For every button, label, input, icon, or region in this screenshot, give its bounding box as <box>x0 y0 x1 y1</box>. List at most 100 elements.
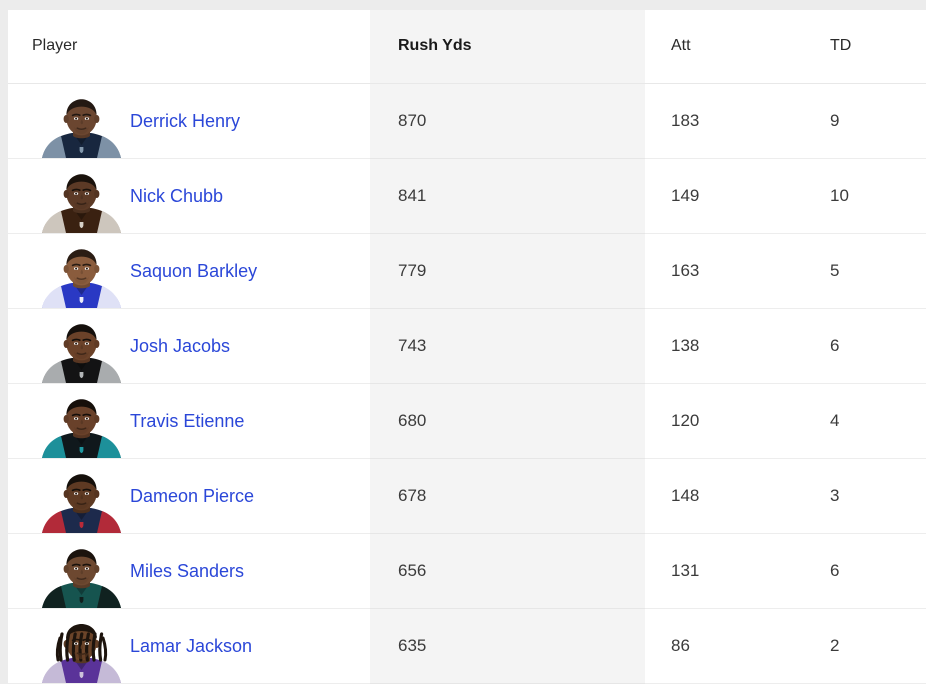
cell-rush-yds-value: 635 <box>398 636 427 655</box>
cell-att: 163 <box>645 233 804 309</box>
cell-att: 138 <box>645 308 804 384</box>
cell-rush-yds: 779 <box>370 233 645 309</box>
cell-rush-yds: 680 <box>370 383 645 459</box>
cell-player: Derrick Henry <box>8 83 370 159</box>
table-body: Derrick Henry8701839 Nick Chubb8411 <box>8 83 926 684</box>
cell-player: Miles Sanders <box>8 533 370 609</box>
cell-rush-yds-value: 656 <box>398 561 427 580</box>
table-row[interactable]: Josh Jacobs 743 138 6 <box>8 308 926 384</box>
column-header-player[interactable]: Player <box>8 10 370 84</box>
cell-td-value: 6 <box>830 561 840 580</box>
cell-td: 2 <box>804 608 926 684</box>
table-header: Player Rush Yds Att TD <box>8 10 926 84</box>
table-row[interactable]: Derrick Henry 870 183 9 <box>8 83 926 159</box>
cell-rush-yds: 635 <box>370 608 645 684</box>
cell-player: Josh Jacobs <box>8 308 370 384</box>
cell-rush-yds-value: 841 <box>398 186 427 205</box>
cell-td-value: 10 <box>830 186 849 205</box>
column-header-td[interactable]: TD <box>804 10 926 84</box>
table-row[interactable]: Nick Chubb 841 149 10 <box>8 158 926 234</box>
column-header-att-label: Att <box>671 37 691 55</box>
player-name-link[interactable]: Miles Sanders <box>130 562 244 580</box>
table-row[interactable]: Miles Sanders 656 131 6 <box>8 533 926 609</box>
player-cell: Miles Sanders <box>8 534 370 607</box>
table-row[interactable]: Saquon Barkley 779 163 5 <box>8 233 926 309</box>
cell-att: 131 <box>645 533 804 609</box>
cell-td: 9 <box>804 83 926 159</box>
player-cell: Dameon Pierce <box>8 459 370 532</box>
cell-rush-yds-value: 743 <box>398 336 427 355</box>
cell-att: 148 <box>645 458 804 534</box>
cell-player: Dameon Pierce <box>8 458 370 534</box>
cell-td-value: 9 <box>830 111 840 130</box>
cell-att-value: 149 <box>671 186 700 205</box>
cell-td: 6 <box>804 533 926 609</box>
cell-td-value: 5 <box>830 261 840 280</box>
player-cell: Derrick Henry <box>8 84 370 157</box>
cell-att-value: 86 <box>671 636 690 655</box>
cell-att-value: 183 <box>671 111 700 130</box>
cell-rush-yds-value: 678 <box>398 486 427 505</box>
cell-td-value: 2 <box>830 636 840 655</box>
column-header-td-label: TD <box>830 37 852 55</box>
cell-rush-yds-value: 680 <box>398 411 427 430</box>
cell-rush-yds-value: 870 <box>398 111 427 130</box>
player-name-link[interactable]: Travis Etienne <box>130 412 244 430</box>
cell-td: 3 <box>804 458 926 534</box>
cell-player: Saquon Barkley <box>8 233 370 309</box>
column-header-rush-yds-label: Rush Yds <box>398 37 472 55</box>
table-row[interactable]: Dameon Pierce 678 148 3 <box>8 458 926 534</box>
cell-td: 5 <box>804 233 926 309</box>
player-headshot-josh-jacobs <box>40 321 123 382</box>
player-name-link[interactable]: Derrick Henry <box>130 112 240 130</box>
cell-att-value: 148 <box>671 486 700 505</box>
cell-att: 149 <box>645 158 804 234</box>
column-header-rush-yds[interactable]: Rush Yds <box>370 10 645 84</box>
player-name-link[interactable]: Lamar Jackson <box>130 637 252 655</box>
cell-rush-yds: 841 <box>370 158 645 234</box>
player-cell: Lamar Jackson <box>8 609 370 682</box>
cell-rush-yds-value: 779 <box>398 261 427 280</box>
cell-rush-yds: 743 <box>370 308 645 384</box>
cell-player: Travis Etienne <box>8 383 370 459</box>
player-cell: Nick Chubb <box>8 159 370 232</box>
player-headshot-nick-chubb <box>40 171 123 232</box>
cell-att-value: 163 <box>671 261 700 280</box>
player-name-link[interactable]: Saquon Barkley <box>130 262 257 280</box>
player-headshot-travis-etienne <box>40 396 123 457</box>
player-name-link[interactable]: Nick Chubb <box>130 187 223 205</box>
player-cell: Travis Etienne <box>8 384 370 457</box>
player-headshot-saquon-barkley <box>40 246 123 307</box>
cell-td: 6 <box>804 308 926 384</box>
player-headshot-miles-sanders <box>40 546 123 607</box>
stats-table-page: Player Rush Yds Att TD Derrick Henry 870… <box>0 0 926 684</box>
cell-att: 120 <box>645 383 804 459</box>
player-name-link[interactable]: Josh Jacobs <box>130 337 230 355</box>
cell-td-value: 3 <box>830 486 840 505</box>
table-row[interactable]: Travis Etienne 680 120 4 <box>8 383 926 459</box>
cell-player: Nick Chubb <box>8 158 370 234</box>
cell-att-value: 138 <box>671 336 700 355</box>
player-headshot-dameon-pierce <box>40 471 123 532</box>
player-headshot-derrick-henry <box>40 96 123 157</box>
column-header-att[interactable]: Att <box>645 10 804 84</box>
cell-td: 10 <box>804 158 926 234</box>
cell-rush-yds: 870 <box>370 83 645 159</box>
cell-td-value: 6 <box>830 336 840 355</box>
cell-att-value: 120 <box>671 411 700 430</box>
cell-td: 4 <box>804 383 926 459</box>
player-cell: Josh Jacobs <box>8 309 370 382</box>
cell-rush-yds: 678 <box>370 458 645 534</box>
table-header-row: Player Rush Yds Att TD <box>8 10 926 84</box>
cell-att: 86 <box>645 608 804 684</box>
rushing-leaders-table: Player Rush Yds Att TD Derrick Henry 870… <box>8 10 926 684</box>
player-headshot-lamar-jackson <box>40 621 123 682</box>
cell-rush-yds: 656 <box>370 533 645 609</box>
cell-att-value: 131 <box>671 561 700 580</box>
table-row[interactable]: Lamar Jackson 635 86 2 <box>8 608 926 684</box>
stats-table-container: Player Rush Yds Att TD Derrick Henry 870… <box>8 10 926 684</box>
cell-player: Lamar Jackson <box>8 608 370 684</box>
cell-att: 183 <box>645 83 804 159</box>
player-name-link[interactable]: Dameon Pierce <box>130 487 254 505</box>
column-header-player-label: Player <box>32 37 78 55</box>
